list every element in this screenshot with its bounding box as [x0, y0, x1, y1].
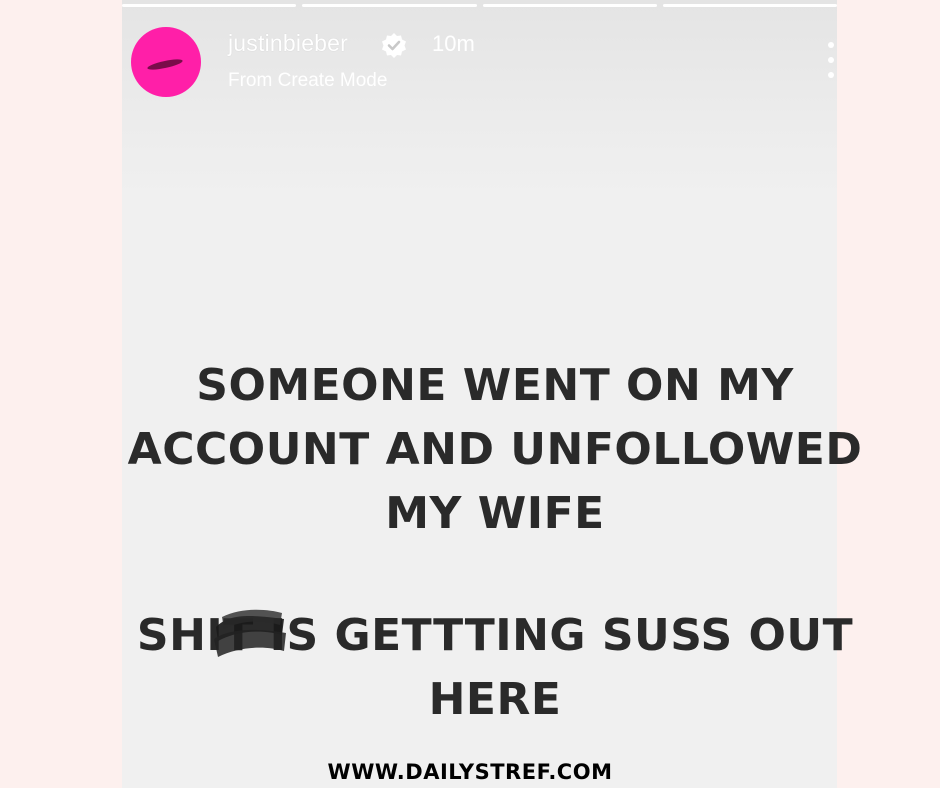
censor-scribble	[214, 609, 286, 657]
avatar[interactable]	[131, 27, 201, 97]
message-line: ACCOUNT AND UNFOLLOWED	[127, 424, 863, 475]
message-line: SOMEONE WENT ON MY	[196, 360, 794, 411]
avatar-mark	[146, 57, 184, 72]
message-line: HERE	[428, 674, 562, 725]
progress-segment	[122, 4, 297, 7]
username[interactable]: justinbieber	[228, 30, 348, 57]
message-line: MY WIFE	[385, 488, 605, 539]
story-message-top: SOMEONE WENT ON MY ACCOUNT AND UNFOLLOWE…	[125, 354, 865, 546]
progress-segment	[482, 4, 657, 7]
story-progress-bar	[122, 4, 837, 7]
more-options-icon[interactable]	[826, 42, 836, 78]
progress-segment	[662, 4, 837, 7]
story-subtitle: From Create Mode	[228, 70, 388, 91]
post-time: 10m	[432, 31, 475, 56]
verified-badge-icon	[382, 33, 406, 58]
watermark-text: WWW.DAILYSTREF.COM	[327, 760, 613, 784]
progress-segment	[302, 4, 477, 7]
